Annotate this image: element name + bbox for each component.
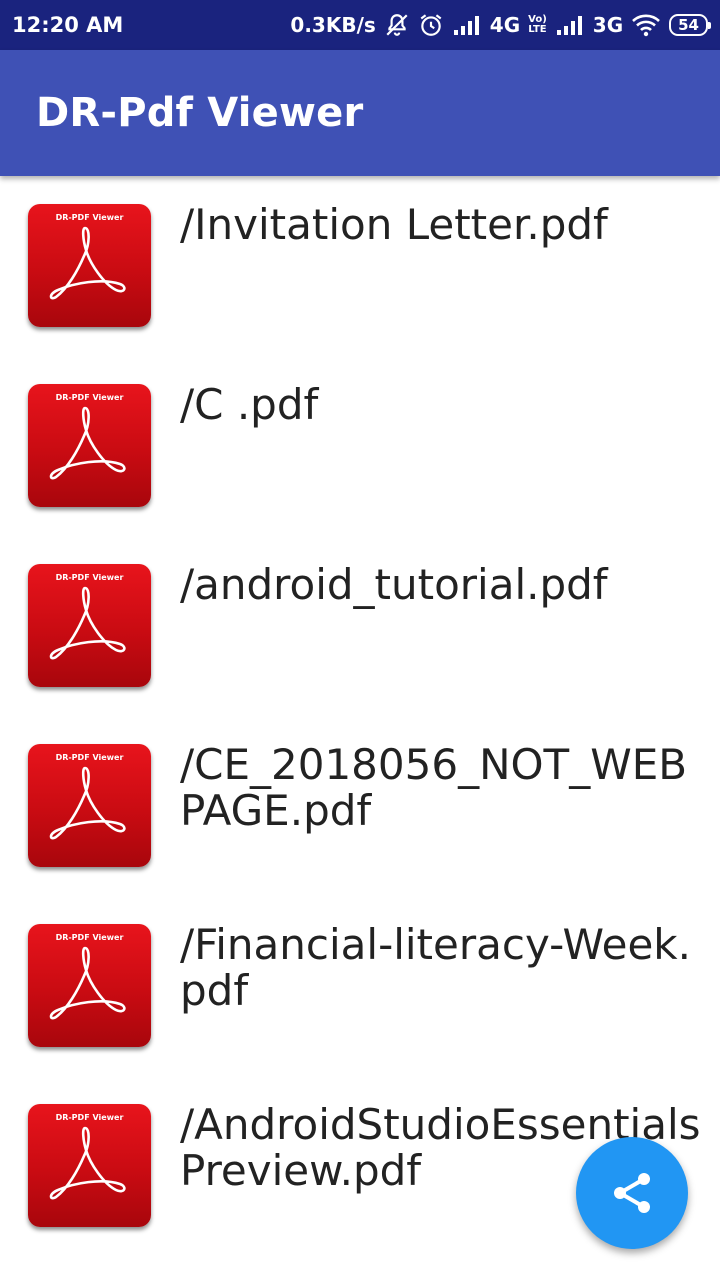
- list-item[interactable]: DR-PDF Viewer /Financial-literacy-Week.p…: [0, 896, 720, 1076]
- pdf-file-icon: DR-PDF Viewer: [28, 564, 151, 687]
- file-name: /Invitation Letter.pdf: [180, 200, 608, 249]
- list-item[interactable]: DR-PDF Viewer /C .pdf: [0, 356, 720, 536]
- share-button[interactable]: [576, 1137, 688, 1249]
- network-type-1: 4G: [489, 13, 521, 37]
- signal-icon: [452, 14, 482, 36]
- list-item[interactable]: DR-PDF Viewer /Invitation Letter.pdf: [0, 176, 720, 356]
- pdf-file-icon: DR-PDF Viewer: [28, 924, 151, 1047]
- mute-alarm-icon: [384, 12, 410, 38]
- file-name: /CE_2018056_NOT_WEBPAGE.pdf: [180, 740, 688, 835]
- pdf-file-icon: DR-PDF Viewer: [28, 744, 151, 867]
- list-item[interactable]: DR-PDF Viewer /CE_2018056_NOT_WEBPAGE.pd…: [0, 716, 720, 896]
- status-icons: 0.3KB/s 4G Vo) LTE 3G 54: [290, 12, 711, 38]
- list-item[interactable]: DR-PDF Viewer /android_tutorial.pdf: [0, 536, 720, 716]
- file-name: /C .pdf: [180, 380, 319, 429]
- pdf-file-icon: DR-PDF Viewer: [28, 1104, 151, 1227]
- file-name: /android_tutorial.pdf: [180, 560, 608, 609]
- file-list: DR-PDF Viewer /Invitation Letter.pdf DR-…: [0, 176, 720, 1280]
- battery-icon: 54: [669, 14, 711, 36]
- pdf-file-icon: DR-PDF Viewer: [28, 204, 151, 327]
- alarm-icon: [418, 12, 444, 38]
- network-speed: 0.3KB/s: [290, 13, 376, 37]
- file-name: /Financial-literacy-Week.pdf: [180, 920, 691, 1015]
- status-bar: 12:20 AM 0.3KB/s 4G Vo) LTE 3G 54: [0, 0, 720, 50]
- wifi-icon: [631, 13, 661, 37]
- volte-icon: Vo) LTE: [528, 14, 547, 35]
- pdf-file-icon: DR-PDF Viewer: [28, 384, 151, 507]
- app-bar: DR-Pdf Viewer: [0, 50, 720, 176]
- signal-icon: [555, 14, 585, 36]
- network-type-2: 3G: [592, 13, 624, 37]
- status-time: 12:20 AM: [12, 13, 124, 37]
- app-title: DR-Pdf Viewer: [36, 90, 364, 136]
- share-icon: [608, 1169, 656, 1217]
